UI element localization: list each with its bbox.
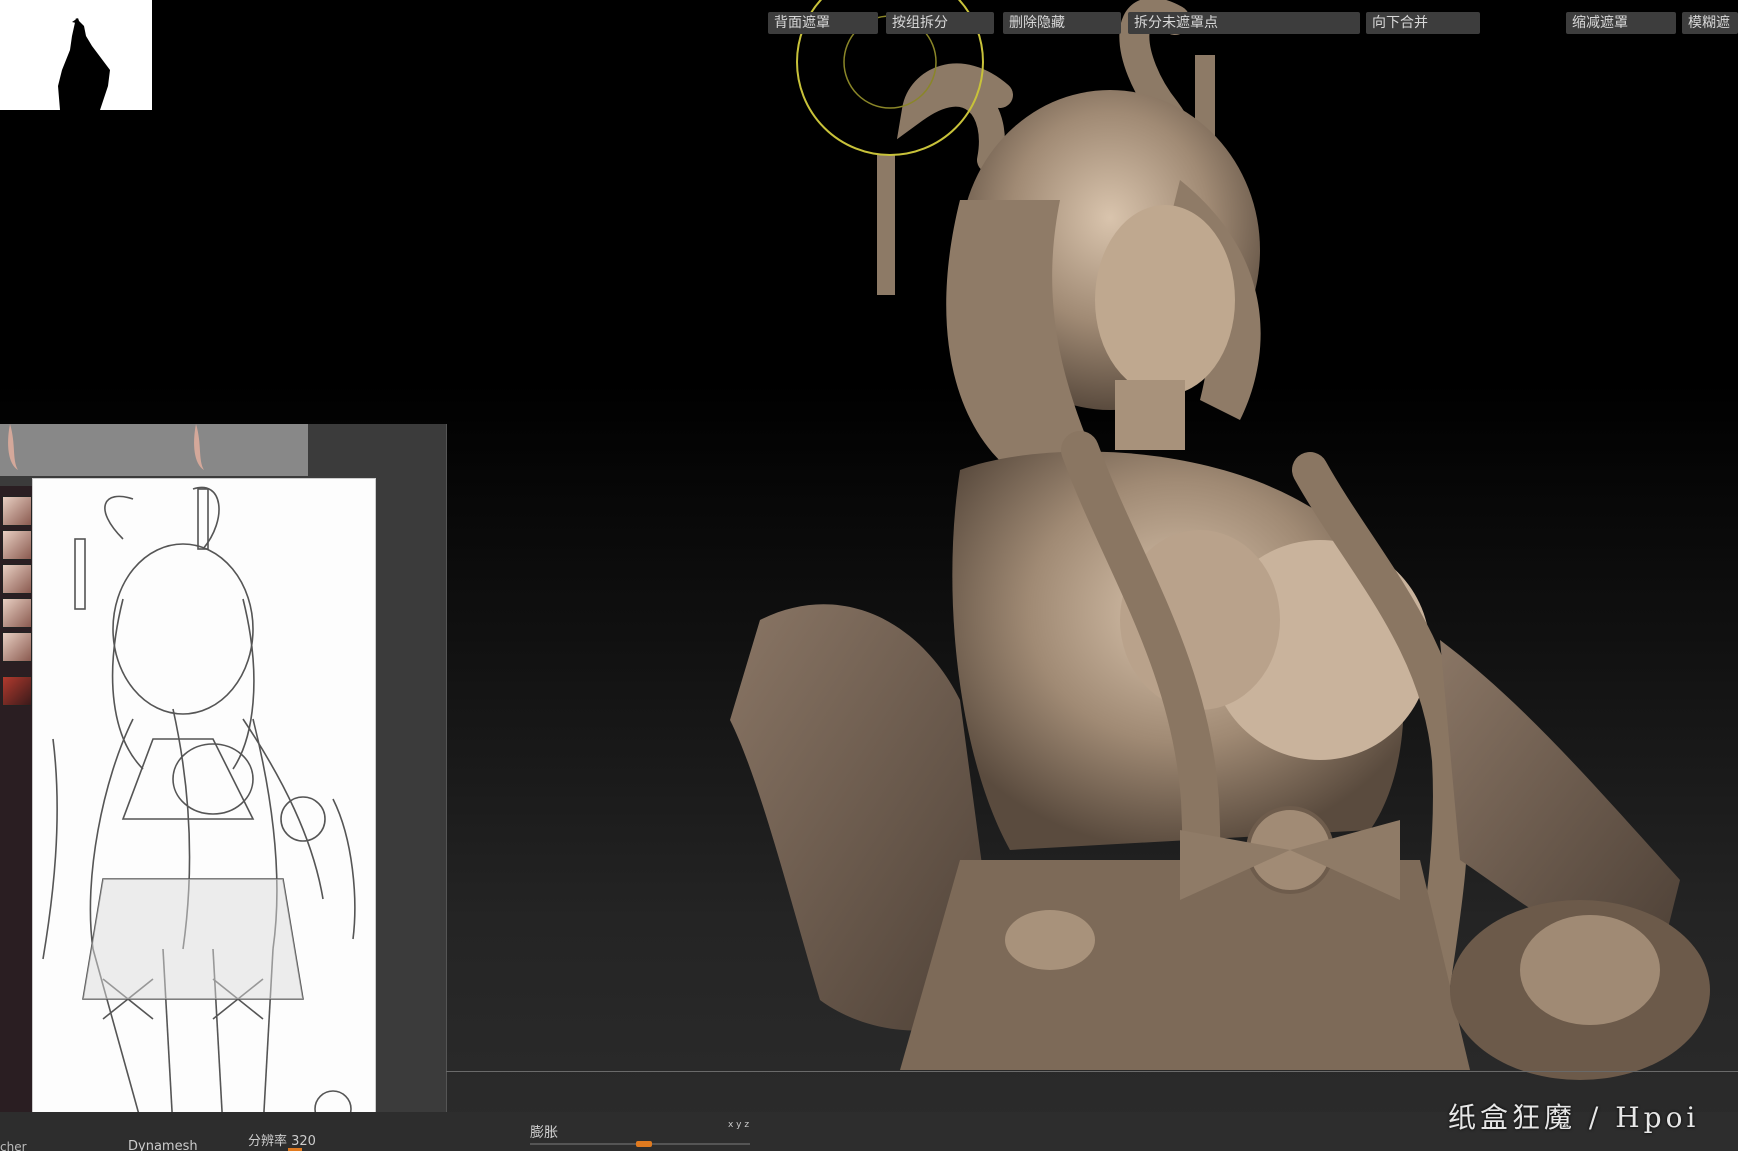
watermark-text: 纸盒狂魔 / Hpoi [1448, 1101, 1700, 1134]
lineart-figure-image [42, 486, 356, 1130]
split-by-groups-button[interactable]: 按组拆分 [886, 12, 994, 34]
merge-down-button[interactable]: 向下合并 [1366, 12, 1480, 34]
backface-mask-button[interactable]: 背面遮罩 [768, 12, 878, 34]
shrink-mask-button[interactable]: 缩减遮罩 [1566, 12, 1676, 34]
reference-thumbnail[interactable] [2, 530, 32, 560]
delete-hidden-button[interactable]: 删除隐藏 [1003, 12, 1121, 34]
blur-mask-button[interactable]: 模糊遮 [1682, 12, 1738, 34]
zbrush-window: cher Dynamesh 分辨率 320 膨胀 x y z 背面遮罩 按组拆分… [0, 0, 1738, 1151]
reference-thumbnail[interactable] [2, 676, 32, 706]
reference-thumbnail-list [0, 486, 32, 1151]
xyz-axis-icon[interactable]: x y z [728, 1120, 749, 1130]
navigator-silhouette-icon [58, 18, 110, 110]
dynamesh-button[interactable]: Dynamesh [128, 1139, 198, 1151]
split-unmasked-points-button[interactable]: 拆分未遮罩点 [1128, 12, 1360, 34]
reference-lineart-sheet [32, 478, 376, 1140]
reference-image-panel[interactable] [0, 424, 447, 1151]
left-tool-label: cher [0, 1140, 27, 1151]
reference-thumbnail[interactable] [2, 496, 32, 526]
viewport-floor-line [446, 1071, 1738, 1072]
reference-thumbnail[interactable] [2, 598, 32, 628]
navigator-thumbnail[interactable] [0, 0, 152, 110]
resolution-slider-label[interactable]: 分辨率 320 [248, 1130, 316, 1149]
inflate-slider-knob[interactable] [636, 1141, 652, 1147]
inflate-slider-label[interactable]: 膨胀 [530, 1122, 558, 1142]
reference-strip [0, 424, 308, 476]
reference-thumbnail[interactable] [2, 632, 32, 662]
reference-thumbnail[interactable] [2, 564, 32, 594]
